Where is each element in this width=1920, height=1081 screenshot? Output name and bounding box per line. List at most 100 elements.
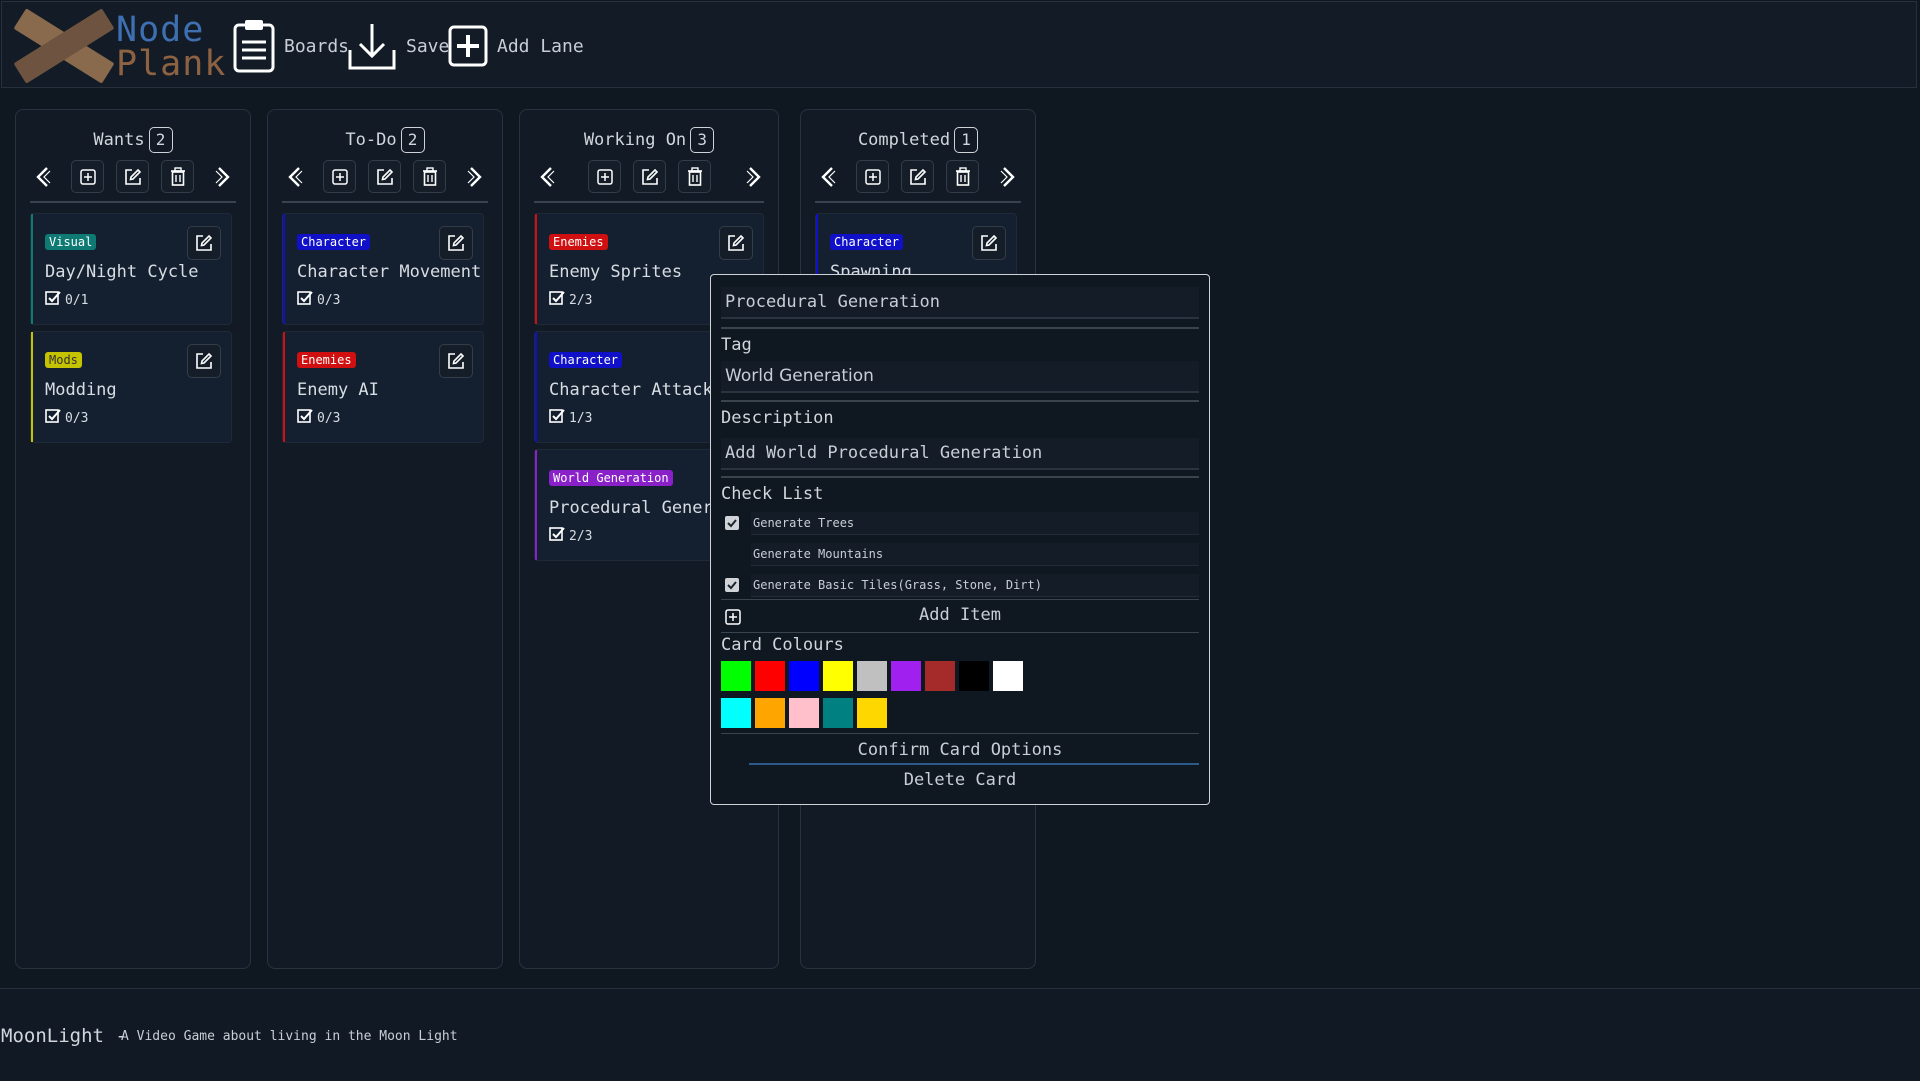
edit-lane-button[interactable] bbox=[901, 160, 934, 193]
move-lane-left-button[interactable] bbox=[26, 160, 59, 193]
lane-card-count: 2 bbox=[148, 127, 173, 153]
colour-swatch[interactable] bbox=[993, 661, 1023, 691]
progress-text: 0/1 bbox=[65, 292, 89, 308]
trash-icon bbox=[170, 166, 185, 186]
card-title: Character Attacks bbox=[549, 380, 723, 400]
checkbox[interactable] bbox=[725, 516, 739, 530]
progress-text: 0/3 bbox=[317, 292, 341, 308]
edit-icon bbox=[447, 352, 465, 370]
colour-swatch[interactable] bbox=[789, 698, 819, 728]
edit-card-button[interactable] bbox=[972, 226, 1006, 260]
tag-input[interactable] bbox=[721, 361, 1199, 393]
save-button[interactable]: Save bbox=[346, 18, 449, 74]
boards-button[interactable]: Boards bbox=[232, 18, 349, 74]
lane-toolbar bbox=[530, 160, 770, 193]
edit-card-button[interactable] bbox=[439, 344, 473, 378]
move-lane-right-button[interactable] bbox=[458, 160, 491, 193]
colour-swatch[interactable] bbox=[925, 661, 955, 691]
edit-card-button[interactable] bbox=[187, 226, 221, 260]
colour-swatch[interactable] bbox=[891, 661, 921, 691]
edit-icon bbox=[195, 234, 213, 252]
colour-swatch[interactable] bbox=[721, 661, 751, 691]
checkbox[interactable] bbox=[725, 547, 739, 561]
lane-header: Completed 1 bbox=[801, 127, 1035, 153]
checkbox-icon bbox=[45, 290, 65, 310]
checklist-item-text[interactable]: Generate Trees bbox=[751, 512, 1199, 535]
delete-lane-button[interactable] bbox=[161, 160, 194, 193]
delete-card-button[interactable]: Delete Card bbox=[721, 766, 1199, 794]
card-colours-label: Card Colours bbox=[721, 635, 844, 655]
edit-icon bbox=[376, 168, 393, 185]
move-lane-right-button[interactable] bbox=[206, 160, 239, 193]
delete-lane-button[interactable] bbox=[946, 160, 979, 193]
card[interactable]: Enemies Enemy AI 0/3 bbox=[282, 331, 484, 443]
chevron-left-icon bbox=[287, 166, 302, 187]
card-colour-bar bbox=[283, 214, 285, 324]
card-colour-bar bbox=[31, 332, 33, 442]
add-item-button[interactable]: Add Item bbox=[721, 602, 1199, 630]
checklist-label: Check List bbox=[721, 484, 824, 504]
add-item-label: Add Item bbox=[919, 605, 1001, 625]
card[interactable]: Character Character Movement 0/3 bbox=[282, 213, 484, 325]
checkbox-icon bbox=[297, 408, 317, 428]
lane-title: To-Do bbox=[345, 130, 397, 150]
edit-card-button[interactable] bbox=[439, 226, 473, 260]
checklist-item-text[interactable]: Generate Mountains bbox=[751, 543, 1199, 566]
edit-lane-button[interactable] bbox=[116, 160, 149, 193]
edit-lane-button[interactable] bbox=[368, 160, 401, 193]
delete-lane-button[interactable] bbox=[678, 160, 711, 193]
lane-toolbar bbox=[26, 160, 240, 193]
edit-card-button[interactable] bbox=[187, 344, 221, 378]
move-lane-right-button[interactable] bbox=[991, 160, 1024, 193]
checklist-item: Generate Basic Tiles(Grass, Stone, Dirt) bbox=[721, 574, 1199, 598]
checkbox-icon bbox=[549, 290, 569, 310]
colour-swatch[interactable] bbox=[857, 661, 887, 691]
add-card-button[interactable] bbox=[323, 160, 356, 193]
edit-lane-button[interactable] bbox=[633, 160, 666, 193]
delete-lane-button[interactable] bbox=[413, 160, 446, 193]
tag-label: Tag bbox=[721, 335, 752, 355]
move-lane-left-button[interactable] bbox=[278, 160, 311, 193]
checklist-item-text[interactable]: Generate Basic Tiles(Grass, Stone, Dirt) bbox=[751, 574, 1199, 597]
divider bbox=[721, 632, 1199, 633]
card-colour-bar bbox=[283, 332, 285, 442]
colour-swatch[interactable] bbox=[755, 698, 785, 728]
colour-swatch[interactable] bbox=[721, 698, 751, 728]
lane-toolbar bbox=[278, 160, 492, 193]
add-lane-button[interactable]: Add Lane bbox=[447, 18, 584, 74]
card-options-dialog: Tag Description Check List Generate Tree… bbox=[710, 274, 1210, 805]
move-lane-left-button[interactable] bbox=[811, 160, 844, 193]
card[interactable]: Visual Day/Night Cycle 0/1 bbox=[30, 213, 232, 325]
card-tag: Visual bbox=[45, 234, 97, 250]
move-lane-right-button[interactable] bbox=[737, 160, 770, 193]
move-lane-left-button[interactable] bbox=[530, 160, 563, 193]
colour-swatch[interactable] bbox=[789, 661, 819, 691]
lane-header: To-Do 2 bbox=[268, 127, 502, 153]
card-title-input[interactable] bbox=[721, 287, 1199, 319]
edit-card-button[interactable] bbox=[719, 226, 753, 260]
card-tag: Enemies bbox=[549, 234, 608, 250]
colour-swatch[interactable] bbox=[959, 661, 989, 691]
lane-toolbar bbox=[811, 160, 1025, 193]
divider bbox=[749, 763, 1199, 765]
chevron-right-icon bbox=[1000, 166, 1015, 187]
logo-text-plank: Plank bbox=[116, 44, 227, 84]
colour-swatch[interactable] bbox=[823, 661, 853, 691]
colour-swatch[interactable] bbox=[857, 698, 887, 728]
description-input[interactable] bbox=[721, 438, 1199, 470]
card[interactable]: Mods Modding 0/3 bbox=[30, 331, 232, 443]
footer: MoonLight - A Video Game about living in… bbox=[0, 988, 1920, 1081]
checkbox[interactable] bbox=[725, 578, 739, 592]
edit-icon bbox=[909, 168, 926, 185]
card-checklist-progress: 2/3 bbox=[549, 526, 592, 546]
lane: To-Do 2 Character Character Movement 0/3 Enem… bbox=[267, 109, 503, 969]
colour-swatch[interactable] bbox=[755, 661, 785, 691]
divider bbox=[721, 733, 1199, 734]
confirm-card-options-button[interactable]: Confirm Card Options bbox=[721, 736, 1199, 764]
add-card-button[interactable] bbox=[856, 160, 889, 193]
add-card-button[interactable] bbox=[588, 160, 621, 193]
colour-swatch[interactable] bbox=[823, 698, 853, 728]
save-label: Save bbox=[406, 35, 450, 57]
top-toolbar: Node Plank Boards Save Add Lane bbox=[1, 1, 1917, 88]
add-card-button[interactable] bbox=[71, 160, 104, 193]
